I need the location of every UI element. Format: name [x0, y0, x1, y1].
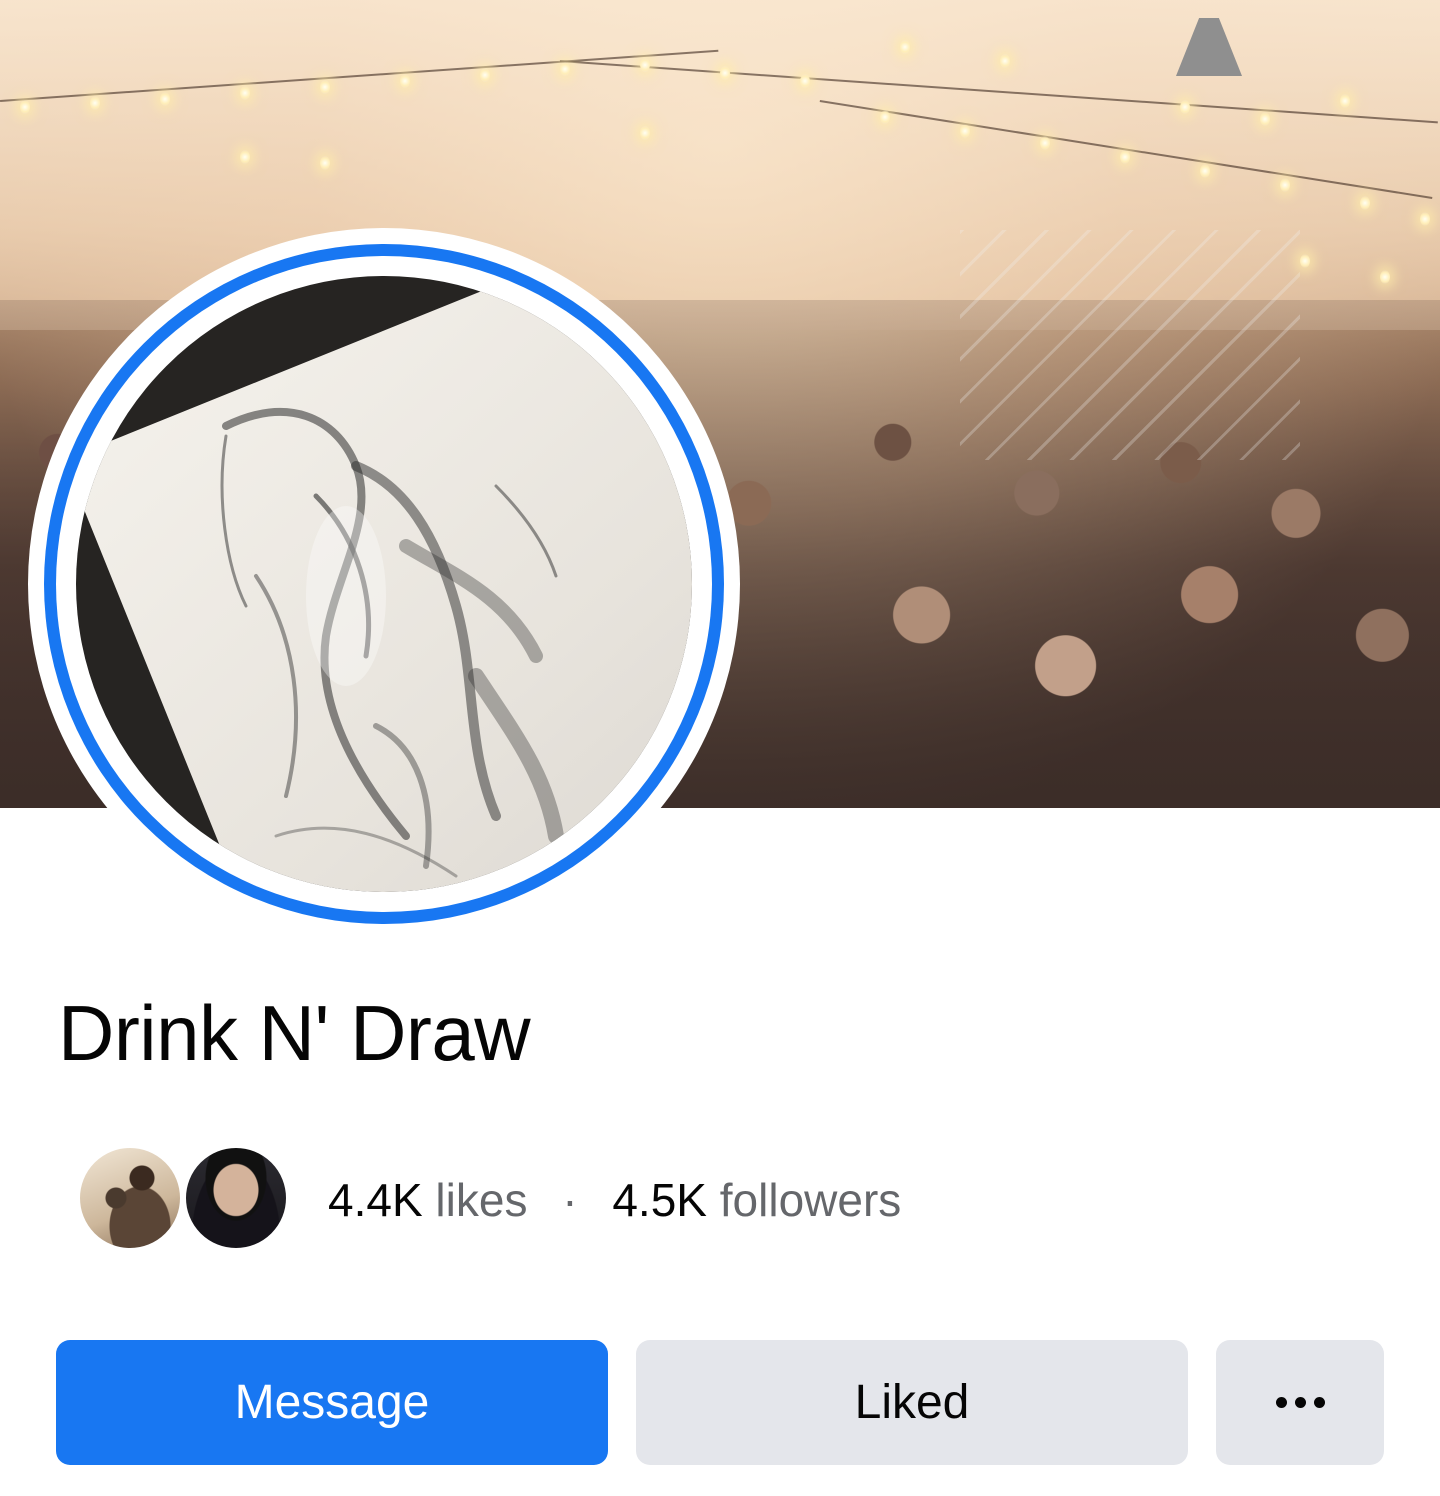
string-light	[90, 96, 100, 110]
friend-avatar[interactable]	[76, 1144, 184, 1252]
followers-label: followers	[719, 1174, 902, 1226]
string-light	[1000, 54, 1010, 68]
string-light	[480, 68, 490, 82]
string-light	[1380, 270, 1390, 284]
string-light	[1360, 196, 1370, 210]
liked-button[interactable]: Liked	[636, 1340, 1188, 1465]
string-light	[20, 100, 30, 114]
message-button[interactable]: Message	[56, 1340, 608, 1465]
string-light	[320, 80, 330, 94]
string-light	[640, 58, 650, 72]
string-light	[560, 62, 570, 76]
followers-count: 4.5K	[612, 1174, 707, 1226]
string-light	[800, 74, 810, 88]
string-light	[400, 74, 410, 88]
cover-staircase	[960, 230, 1300, 460]
friend-avatar[interactable]	[182, 1144, 290, 1252]
string-light	[880, 110, 890, 124]
string-light	[1260, 112, 1270, 126]
string-light	[1280, 178, 1290, 192]
more-horizontal-icon	[1275, 1397, 1325, 1408]
string-light	[1180, 100, 1190, 114]
string-light	[240, 150, 250, 164]
string-light	[960, 124, 970, 138]
string-light	[640, 126, 650, 140]
more-options-button[interactable]	[1216, 1340, 1384, 1465]
string-light	[900, 40, 910, 54]
likes-label: likes	[435, 1174, 528, 1226]
string-light	[1300, 254, 1310, 268]
likes-count: 4.4K	[328, 1174, 423, 1226]
profile-picture[interactable]	[76, 276, 692, 892]
dot	[1313, 1397, 1325, 1408]
dot	[1275, 1397, 1287, 1408]
string-light	[720, 66, 730, 80]
string-light	[1120, 150, 1130, 164]
string-light	[1420, 212, 1430, 226]
string-light	[160, 92, 170, 106]
string-light	[320, 156, 330, 170]
string-light	[240, 86, 250, 100]
charcoal-sketch	[220, 408, 564, 878]
string-light	[1200, 164, 1210, 178]
separator-dot: ·	[562, 1174, 578, 1226]
likes-followers-summary[interactable]: 4.4K likes · 4.5K followers	[328, 1170, 901, 1230]
string-light	[1040, 136, 1050, 150]
string-light	[1340, 94, 1350, 108]
dot	[1294, 1397, 1306, 1408]
page-title: Drink N' Draw	[58, 989, 531, 1077]
